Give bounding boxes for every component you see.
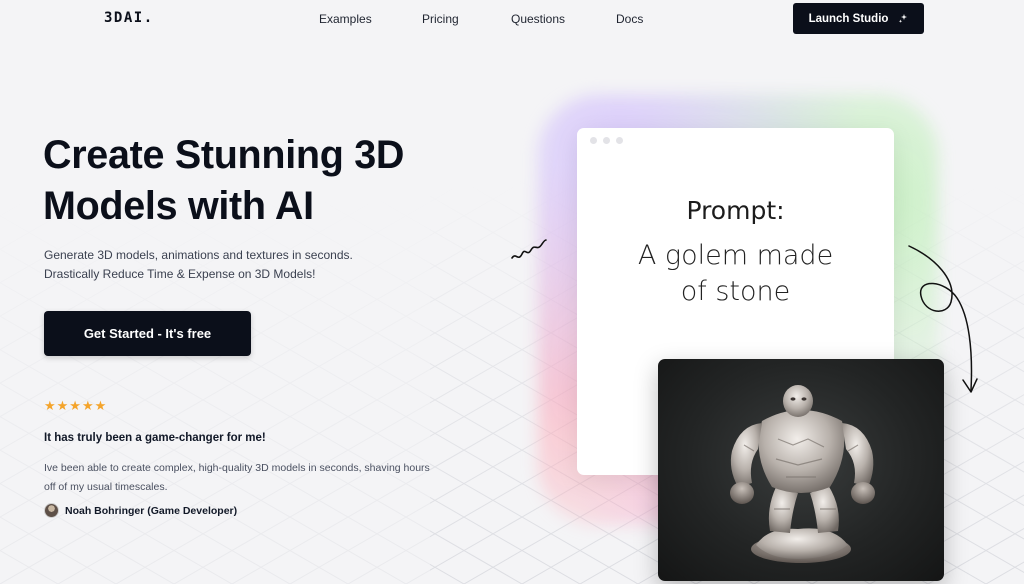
prompt-text: A golem made of stone	[577, 238, 894, 310]
nav-link-docs[interactable]: Docs	[616, 12, 643, 26]
window-dot	[603, 137, 610, 144]
hero-subtitle-line: Generate 3D models, animations and textu…	[44, 248, 353, 262]
hero-subtitle: Generate 3D models, animations and textu…	[44, 246, 444, 284]
prompt-label: Prompt:	[686, 196, 785, 225]
avatar	[44, 503, 59, 518]
nav-link-examples[interactable]: Examples	[319, 12, 372, 26]
golem-render-image	[730, 385, 875, 563]
launch-studio-label: Launch Studio	[808, 12, 889, 25]
window-dot	[616, 137, 623, 144]
testimonial-author: Noah Bohringer (Game Developer)	[44, 503, 237, 518]
top-nav: 3DAI. Examples Pricing Questions Docs La…	[0, 0, 1024, 38]
window-dots	[590, 137, 623, 144]
hero-title: Create Stunning 3D Models with AI	[43, 130, 463, 232]
testimonial-body-line: off of my usual timescales.	[44, 481, 168, 493]
launch-studio-button[interactable]: Launch Studio	[793, 3, 924, 34]
testimonial-body: Ive been able to create complex, high-qu…	[44, 459, 474, 497]
sparkle-icon	[899, 14, 908, 23]
prompt-text-line: of stone	[680, 276, 791, 307]
rating-stars: ★★★★★	[44, 398, 108, 413]
author-name: Noah Bohringer (Game Developer)	[65, 504, 238, 517]
nav-link-questions[interactable]: Questions	[511, 12, 565, 26]
logo[interactable]: 3DAI.	[104, 10, 154, 26]
hero-title-line: Create Stunning 3D	[43, 133, 405, 177]
hero-title-line: Models with AI	[43, 184, 314, 228]
testimonial-title: It has truly been a game-changer for me!	[44, 432, 266, 444]
get-started-button[interactable]: Get Started - It's free	[44, 311, 251, 356]
nav-link-pricing[interactable]: Pricing	[422, 12, 459, 26]
prompt-text-line: A golem made	[637, 240, 834, 271]
window-dot	[590, 137, 597, 144]
hero-subtitle-line: Drastically Reduce Time & Expense on 3D …	[44, 267, 316, 281]
testimonial-body-line: Ive been able to create complex, high-qu…	[44, 462, 430, 474]
golem-model-preview	[658, 359, 944, 581]
